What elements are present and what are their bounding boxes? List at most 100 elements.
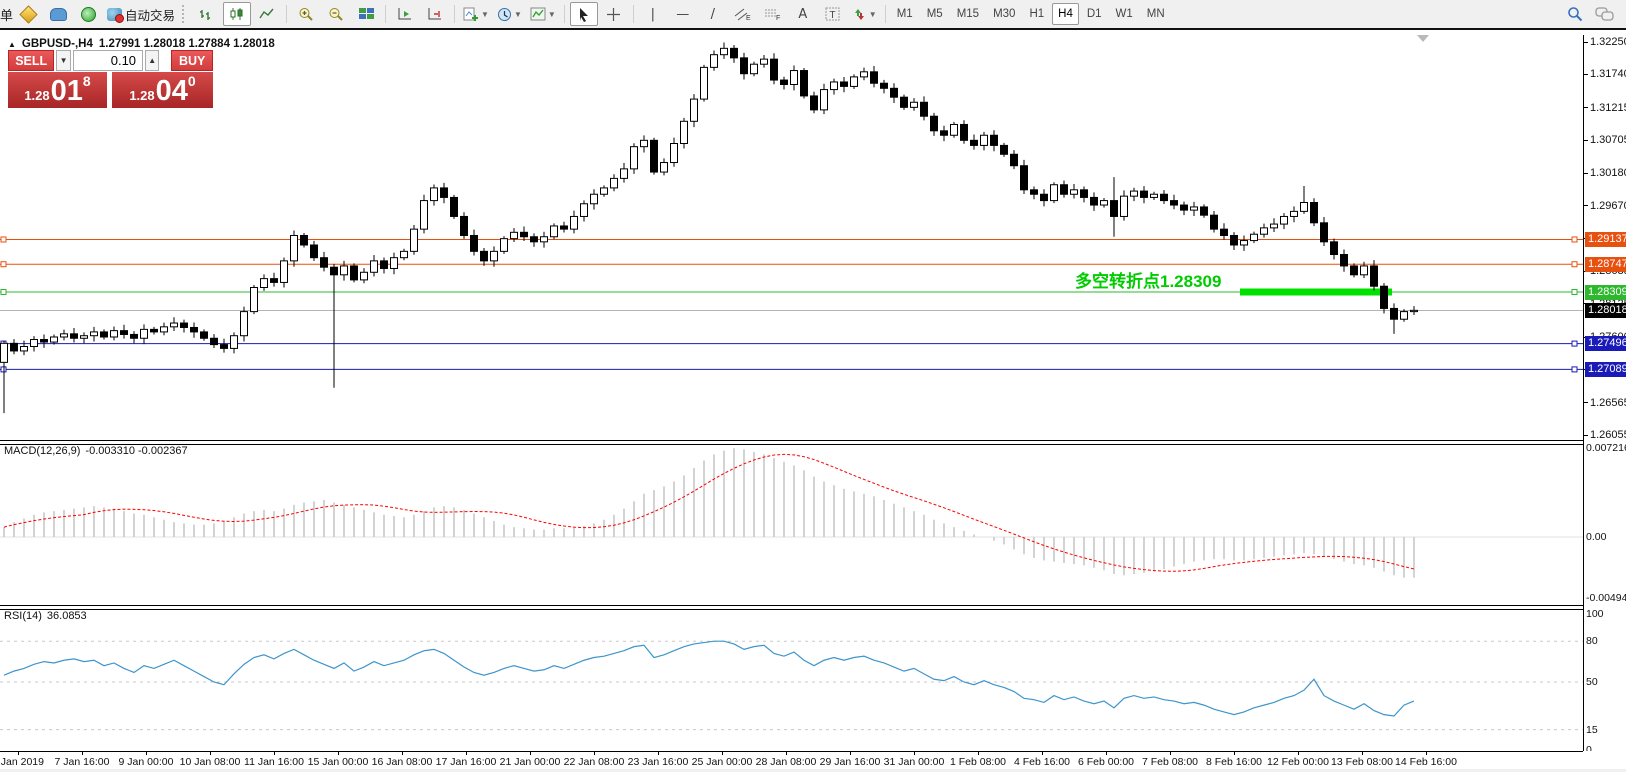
fibonacci-tool-button[interactable]: F [759,2,787,26]
cursor-arrow-icon [577,7,590,22]
sell-price-pip-digit: 8 [83,73,91,89]
buy-price-display[interactable]: 1.28 04 0 [112,72,213,108]
time-axis-tick [82,752,83,755]
chart-symbol-label: GBPUSD-,H4 [22,38,93,50]
crosshair-tool-button[interactable] [600,2,628,26]
price-axis[interactable]: 1.322501.317401.312151.307051.301801.296… [1583,35,1626,751]
time-axis-tick [1362,752,1363,755]
bar-chart-icon [199,7,215,21]
price-chart-pane[interactable]: 多空转折点1.28309 ▲ GBPUSD-,H4 1.27991 1.2801… [0,35,1583,440]
label-tool-button[interactable]: T [819,2,847,26]
line-chart-type-button[interactable] [253,2,281,26]
price-level-badge: 1.28747 [1585,257,1626,272]
tile-windows-button[interactable] [352,2,380,26]
auto-scroll-button[interactable] [391,2,419,26]
tick-hash [1584,173,1588,174]
time-axis-tick [146,752,147,755]
one-click-trading-panel: SELL ▼ 0.10 ▲ BUY 1.28 01 8 1.28 04 0 [8,50,213,108]
svg-text:E: E [746,15,751,21]
chart-shift-button[interactable] [421,2,449,26]
volume-down-button[interactable]: ▼ [56,50,70,71]
trendline-tool-button[interactable]: / [699,2,727,26]
crosshair-icon [606,7,621,22]
signals-button[interactable] [74,2,102,26]
time-axis-label: 11 Jan 16:00 [244,756,304,768]
timeframe-button-m15[interactable]: M15 [951,3,985,25]
rsi-indicator-pane[interactable]: RSI(14) 36.0853 [0,608,1583,751]
text-tool-button[interactable]: A [789,2,817,26]
tick-hash [1584,107,1588,108]
vertical-line-tool-button[interactable]: | [639,2,667,26]
periods-button[interactable]: ▼ [494,2,525,26]
timeframe-button-m1[interactable]: M1 [891,3,919,25]
collapse-triangle-icon[interactable]: ▲ [8,40,16,49]
toolbar-right-group [1560,2,1620,26]
buy-price-big-digits: 04 [156,77,188,106]
buy-button[interactable]: BUY [171,50,213,71]
price-level-badge: 1.27496 [1585,336,1626,351]
timeframe-button-w1[interactable]: W1 [1110,3,1139,25]
rsi-axis-label: 15 [1586,724,1598,736]
time-axis-label: 17 Jan 16:00 [436,756,497,768]
buy-price-pip-digit: 0 [188,73,196,89]
zoom-in-button[interactable] [292,2,320,26]
auto-scroll-icon [397,7,413,21]
time-axis-tick [530,752,531,755]
time-axis-tick [978,752,979,755]
price-axis-tick-label: 1.30705 [1584,134,1626,146]
timeframe-button-h1[interactable]: H1 [1023,3,1050,25]
price-axis-tick-label: 1.30180 [1584,167,1626,179]
search-button[interactable] [1561,2,1589,26]
chart-title: ▲ GBPUSD-,H4 1.27991 1.28018 1.27884 1.2… [8,38,275,50]
time-axis-tick [1426,752,1427,755]
macd-indicator-pane[interactable]: MACD(12,26,9) -0.003310 -0.002367 [0,443,1583,605]
templates-button[interactable]: ▼ [527,2,559,26]
comments-button[interactable] [1591,2,1619,26]
new-order-button[interactable]: 单 [0,5,13,24]
price-axis-tick-label: 1.26565 [1584,397,1626,409]
arrows-tool-button[interactable]: ▼ [849,2,880,26]
horizontal-line-tool-button[interactable]: — [669,2,697,26]
algo-trading-button[interactable]: 自动交易 [104,2,178,26]
sell-price-display[interactable]: 1.28 01 8 [8,72,107,108]
time-axis-tick [1042,752,1043,755]
time-axis-label: 1 Feb 08:00 [950,756,1006,768]
macd-label: MACD(12,26,9) -0.003310 -0.002367 [4,445,188,457]
zoom-out-button[interactable] [322,2,350,26]
timeframe-group: M1M5M15M30H1H4D1W1MN [890,3,1172,25]
candlestick-chart-type-button[interactable] [223,2,251,26]
time-axis-label: 29 Jan 16:00 [820,756,881,768]
indicators-button[interactable]: ▼ [460,2,492,26]
sell-button[interactable]: SELL [8,50,54,71]
time-axis-label: 22 Jan 08:00 [564,756,625,768]
macd-current-values: -0.003310 -0.002367 [85,445,187,457]
tick-hash [1584,435,1588,436]
timeframe-button-m5[interactable]: M5 [921,3,949,25]
equidistant-channel-tool-button[interactable]: E [729,2,757,26]
volume-up-button[interactable]: ▲ [145,50,159,71]
timeframe-button-m30[interactable]: M30 [987,3,1021,25]
volume-input[interactable]: 0.10 [73,50,143,71]
timeframe-button-mn[interactable]: MN [1141,3,1171,25]
price-level-badge: 1.28018 [1585,303,1626,318]
toolbar-separator [385,5,386,23]
market-watch-button[interactable] [14,2,42,26]
time-axis-label: 21 Jan 00:00 [500,756,561,768]
buy-price-prefix: 1.28 [129,88,154,103]
tile-windows-icon [359,7,374,21]
indicator-add-icon [463,7,479,22]
time-axis-tick [338,752,339,755]
mql5-community-button[interactable] [44,2,72,26]
chart-shift-marker-icon[interactable] [1417,35,1429,42]
algo-trading-icon [107,8,122,21]
rsi-chart [0,608,1583,751]
clock-icon [497,7,512,22]
time-axis-label: 7 Jan 16:00 [55,756,110,768]
cursor-tool-button[interactable] [570,2,598,26]
timeframe-button-d1[interactable]: D1 [1081,3,1108,25]
price-axis-tick-label: 1.26055 [1584,429,1626,441]
time-axis-tick [210,752,211,755]
bar-chart-type-button[interactable] [193,2,221,26]
price-axis-tick-label: 1.31740 [1584,68,1626,80]
timeframe-button-h4[interactable]: H4 [1052,3,1079,25]
